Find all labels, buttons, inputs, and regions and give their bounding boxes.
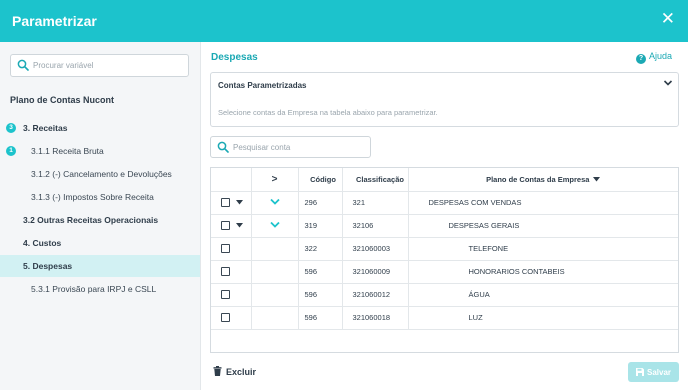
caret-down-icon[interactable] <box>236 200 243 205</box>
table-row[interactable]: 596 321060009 HONORARIOS CONTABEIS <box>211 260 678 284</box>
classificacao-cell: 32106 <box>342 214 409 238</box>
help-link[interactable]: ? Ajuda <box>635 51 672 64</box>
chevron-down-icon[interactable] <box>269 221 280 229</box>
row-checkbox[interactable] <box>221 313 230 323</box>
sidebar-item-custos[interactable]: 4. Custos <box>0 232 200 254</box>
chevron-down-icon[interactable] <box>269 198 280 206</box>
sidebar-item-impostos[interactable]: 3.1.3 (-) Impostos Sobre Receita <box>0 186 200 208</box>
sidebar-item-provisao-irpj[interactable]: 5.3.1 Provisão para IRPJ e CSLL <box>0 278 200 300</box>
classificacao-cell: 321060012 <box>342 283 409 307</box>
modal-title: Parametrizar <box>12 13 97 29</box>
row-checkbox[interactable] <box>221 198 230 208</box>
classificacao-header[interactable]: Classificação <box>342 168 409 192</box>
sidebar-item-label: 3.1.3 (-) Impostos Sobre Receita <box>31 192 154 202</box>
sidebar-item-label: 3.1.1 Receita Bruta <box>31 146 104 156</box>
expand-all-icon[interactable]: > <box>251 168 299 192</box>
save-label: Salvar <box>646 367 672 377</box>
row-checkbox[interactable] <box>221 267 230 277</box>
sidebar-item-label: 3. Receitas <box>23 123 68 133</box>
table-row[interactable]: 296 321 DESPESAS COM VENDAS <box>211 191 678 215</box>
modal-header: Parametrizar ✕ <box>0 0 688 42</box>
plano-header[interactable]: Plano de Contas da Empresa <box>408 168 678 192</box>
row-checkbox[interactable] <box>221 244 230 254</box>
chevron-down-icon[interactable] <box>663 78 673 88</box>
plano-cell: LUZ <box>408 306 678 330</box>
sidebar-heading: Plano de Contas Nucont <box>10 95 115 105</box>
classificacao-cell: 321060009 <box>342 260 409 284</box>
accounts-table: > Código Classificação Plano de Contas d… <box>210 167 679 353</box>
row-checkbox[interactable] <box>221 221 230 231</box>
sidebar-item-label: 3.2 Outras Receitas Operacionais <box>23 215 159 225</box>
close-icon[interactable]: ✕ <box>661 9 675 29</box>
sidebar-item-label: 5. Despesas <box>23 261 73 271</box>
sidebar-item-outras-receitas[interactable]: 3.2 Outras Receitas Operacionais <box>0 209 200 231</box>
codigo-cell: 319 <box>298 214 343 238</box>
codigo-cell: 596 <box>298 306 343 330</box>
save-button[interactable]: Salvar <box>628 362 679 382</box>
table-row[interactable]: 596 321060012 ÁGUA <box>211 283 678 307</box>
plano-cell: TELEFONE <box>408 237 678 261</box>
panel-title: Contas Parametrizadas <box>218 81 307 90</box>
variable-search-box[interactable] <box>10 54 189 77</box>
table-row[interactable]: 319 32106 DESPESAS GERAIS <box>211 214 678 238</box>
sort-caret-icon <box>593 177 601 182</box>
classificacao-cell: 321 <box>342 191 409 215</box>
sidebar-item-label: 4. Custos <box>23 238 62 248</box>
help-icon: ? <box>635 54 646 64</box>
caret-down-icon[interactable] <box>236 223 243 228</box>
sidebar-item-despesas[interactable]: 5. Despesas <box>0 255 200 277</box>
count-badge: 1 <box>6 146 16 156</box>
classificacao-cell: 321060018 <box>342 306 409 330</box>
sidebar-item-cancelamento[interactable]: 3.1.2 (-) Cancelamento e Devoluções <box>0 163 200 185</box>
parametrized-accounts-panel: Contas Parametrizadas Selecione contas d… <box>210 72 679 127</box>
sidebar-item-label: 3.1.2 (-) Cancelamento e Devoluções <box>31 169 172 179</box>
account-search-box[interactable] <box>210 136 371 158</box>
delete-label: Excluir <box>226 367 257 377</box>
count-badge: 3 <box>6 123 16 133</box>
delete-button[interactable]: Excluir <box>213 366 256 377</box>
account-search-input[interactable] <box>233 139 365 155</box>
plano-header-label: Plano de Contas da Empresa <box>486 174 590 184</box>
table-header-row: > Código Classificação Plano de Contas d… <box>211 168 678 192</box>
plano-cell: ÁGUA <box>408 283 678 307</box>
sidebar-item-receitas[interactable]: 3 3. Receitas <box>0 117 200 139</box>
sidebar-item-receita-bruta[interactable]: 1 3.1.1 Receita Bruta <box>0 140 200 162</box>
table-row[interactable]: 322 321060003 TELEFONE <box>211 237 678 261</box>
plano-cell: HONORARIOS CONTABEIS <box>408 260 678 284</box>
help-label: Ajuda <box>648 51 672 61</box>
codigo-cell: 596 <box>298 283 343 307</box>
page-title: Despesas <box>211 52 258 63</box>
variable-search-input[interactable] <box>33 57 183 74</box>
plano-cell: DESPESAS GERAIS <box>408 214 678 238</box>
search-icon <box>17 59 29 71</box>
codigo-header[interactable]: Código <box>298 168 343 192</box>
codigo-cell: 322 <box>298 237 343 261</box>
row-checkbox[interactable] <box>221 290 230 300</box>
codigo-cell: 596 <box>298 260 343 284</box>
floppy-disk-icon <box>635 367 644 376</box>
plano-cell: DESPESAS COM VENDAS <box>408 191 678 215</box>
sidebar-item-label: 5.3.1 Provisão para IRPJ e CSLL <box>31 284 157 294</box>
search-icon <box>217 141 229 153</box>
sidebar: Plano de Contas Nucont 3 3. Receitas 1 3… <box>0 42 201 390</box>
classificacao-cell: 321060003 <box>342 237 409 261</box>
select-column-header <box>211 168 252 192</box>
table-row[interactable]: 596 321060018 LUZ <box>211 306 678 330</box>
panel-hint: Selecione contas da Empresa na tabela ab… <box>218 108 438 117</box>
trash-icon <box>213 366 222 376</box>
codigo-cell: 296 <box>298 191 343 215</box>
